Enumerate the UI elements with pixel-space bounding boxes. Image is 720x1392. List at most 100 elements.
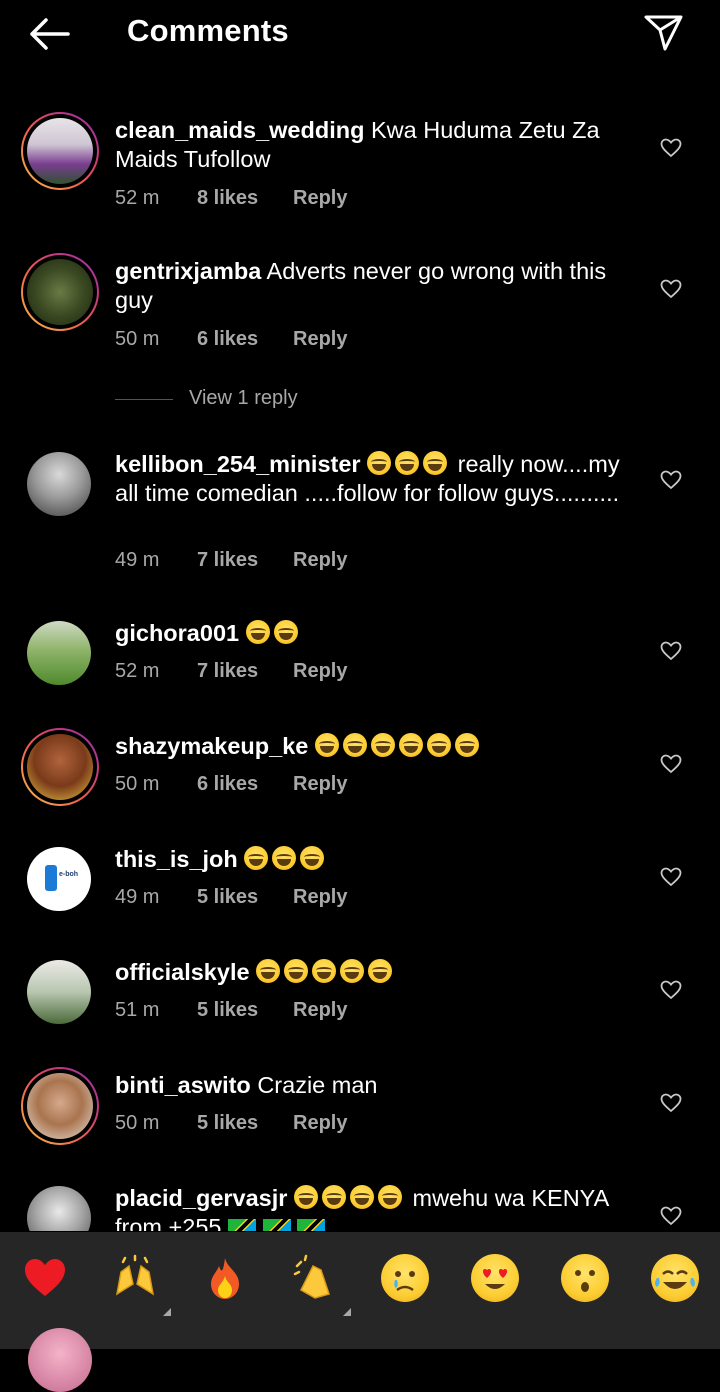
comment-text: binti_aswito Crazie man: [115, 1071, 635, 1100]
laughing-emoji-icon: [272, 846, 297, 870]
expand-arrow-icon: [163, 1308, 171, 1316]
comment-time: 50 m: [115, 1112, 160, 1134]
likes-count[interactable]: 7 likes: [197, 549, 258, 572]
avatar-logo-text: e-boh: [59, 871, 79, 878]
avatar[interactable]: [21, 1180, 99, 1231]
heart-eyes-emoji-icon[interactable]: [471, 1254, 519, 1302]
laughing-emoji-icon: [423, 451, 448, 475]
avatar[interactable]: e-boh: [21, 841, 99, 919]
heart-emoji-icon[interactable]: [21, 1254, 69, 1302]
view-replies-button[interactable]: View 1 reply: [115, 387, 375, 415]
tanzania-flag-icon: [228, 1219, 256, 1231]
like-heart-icon[interactable]: [660, 867, 682, 887]
laughing-emoji-icon: [398, 733, 423, 757]
reply-button[interactable]: Reply: [293, 999, 347, 1022]
likes-count[interactable]: 6 likes: [197, 328, 258, 351]
fire-emoji-icon[interactable]: [201, 1254, 249, 1302]
like-heart-icon[interactable]: [660, 641, 682, 661]
username[interactable]: this_is_joh: [115, 846, 238, 872]
laughing-emoji-icon: [349, 1185, 374, 1209]
share-icon[interactable]: [643, 13, 685, 53]
like-heart-icon[interactable]: [660, 1093, 682, 1113]
laughing-emoji-icon: [340, 959, 365, 983]
laughing-emoji-icon: [284, 959, 309, 983]
comment-time: 52 m: [115, 660, 160, 682]
avatar[interactable]: [21, 615, 99, 693]
laughing-emoji-icon: [300, 846, 325, 870]
laughing-emoji-icon: [244, 846, 269, 870]
laughing-emoji-icon: [293, 1185, 318, 1209]
comment-text: clean_maids_wedding Kwa Huduma Zetu Za M…: [115, 116, 635, 174]
divider-line: [115, 399, 173, 400]
tears-of-joy-emoji-icon[interactable]: [651, 1254, 699, 1302]
emoji-reaction-bar: [0, 1232, 720, 1392]
reply-button[interactable]: Reply: [293, 773, 347, 796]
like-heart-icon[interactable]: [660, 980, 682, 1000]
avatar[interactable]: [21, 1067, 99, 1145]
comment-body: Crazie man: [257, 1072, 378, 1098]
laughing-emoji-icon: [321, 1185, 346, 1209]
comment-time: 52 m: [115, 187, 160, 209]
comments-list[interactable]: clean_maids_wedding Kwa Huduma Zetu Za M…: [0, 100, 720, 1231]
avatar[interactable]: [21, 728, 99, 806]
reply-button[interactable]: Reply: [293, 328, 347, 351]
username[interactable]: officialskyle: [115, 959, 250, 985]
username[interactable]: gentrixjamba: [115, 258, 261, 284]
like-heart-icon[interactable]: [660, 138, 682, 158]
username[interactable]: shazymakeup_ke: [115, 733, 308, 759]
laughing-emoji-icon: [342, 733, 367, 757]
page-title: Comments: [127, 13, 289, 48]
crying-face-emoji-icon[interactable]: [381, 1254, 429, 1302]
laughing-emoji-icon: [426, 733, 451, 757]
like-heart-icon[interactable]: [660, 279, 682, 299]
comment-text: kellibon_254_minister really now....my a…: [115, 450, 635, 508]
username[interactable]: kellibon_254_minister: [115, 451, 361, 477]
laughing-emoji-icon: [370, 733, 395, 757]
avatar[interactable]: [21, 253, 99, 331]
username[interactable]: gichora001: [115, 620, 239, 646]
laughing-emoji-icon: [368, 959, 393, 983]
current-user-avatar[interactable]: [28, 1328, 92, 1392]
comment-text: placid_gervasjr mwehu wa KENYA from +255: [115, 1184, 635, 1231]
comment-text: shazymakeup_ke: [115, 732, 635, 761]
laughing-emoji-icon: [312, 959, 337, 983]
likes-count[interactable]: 5 likes: [197, 1112, 258, 1135]
avatar[interactable]: [21, 112, 99, 190]
likes-count[interactable]: 6 likes: [197, 773, 258, 796]
laughing-emoji-icon: [273, 620, 298, 644]
username[interactable]: placid_gervasjr: [115, 1185, 287, 1211]
laughing-emoji-icon: [395, 451, 420, 475]
surprised-face-emoji-icon[interactable]: [561, 1254, 609, 1302]
reply-button[interactable]: Reply: [293, 549, 347, 572]
laughing-emoji-icon: [367, 451, 392, 475]
reply-button[interactable]: Reply: [293, 660, 347, 683]
comment-time: 50 m: [115, 773, 160, 795]
reply-button[interactable]: Reply: [293, 187, 347, 210]
likes-count[interactable]: 8 likes: [197, 187, 258, 210]
header-bar: Comments: [0, 0, 720, 66]
comment-text: gentrixjamba Adverts never go wrong with…: [115, 257, 635, 315]
likes-count[interactable]: 7 likes: [197, 660, 258, 683]
username[interactable]: binti_aswito: [115, 1072, 251, 1098]
likes-count[interactable]: 5 likes: [197, 886, 258, 909]
laughing-emoji-icon: [314, 733, 339, 757]
expand-arrow-icon: [343, 1308, 351, 1316]
reply-button[interactable]: Reply: [293, 1112, 347, 1135]
clapping-hands-emoji-icon[interactable]: [291, 1254, 351, 1316]
laughing-emoji-icon: [454, 733, 479, 757]
laughing-emoji-icon: [245, 620, 270, 644]
avatar-logo-icon: [45, 865, 57, 891]
username[interactable]: clean_maids_wedding: [115, 117, 364, 143]
tanzania-flag-icon: [262, 1219, 291, 1231]
avatar[interactable]: [21, 954, 99, 1032]
reply-button[interactable]: Reply: [293, 886, 347, 909]
like-heart-icon[interactable]: [660, 470, 682, 490]
like-heart-icon[interactable]: [660, 754, 682, 774]
back-arrow-icon[interactable]: [26, 14, 72, 54]
comment-time: 49 m: [115, 549, 160, 571]
raising-hands-emoji-icon[interactable]: [111, 1254, 171, 1316]
avatar[interactable]: [21, 446, 99, 524]
laughing-emoji-icon: [256, 959, 281, 983]
likes-count[interactable]: 5 likes: [197, 999, 258, 1022]
like-heart-icon[interactable]: [660, 1206, 682, 1226]
